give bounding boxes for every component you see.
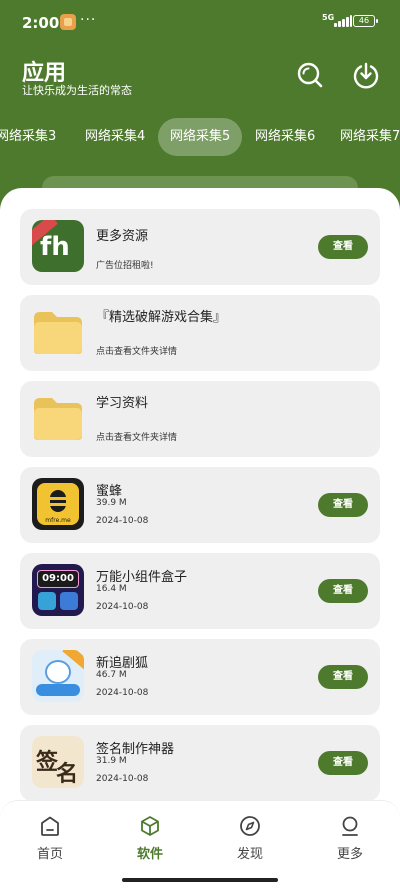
page-subtitle: 让快乐成为生活的常态 bbox=[22, 84, 132, 97]
download-icon[interactable] bbox=[352, 61, 380, 89]
nav-software[interactable]: 软件 bbox=[100, 815, 200, 871]
folder-icon bbox=[34, 398, 82, 440]
tab-collect-5[interactable]: 网络采集5 bbox=[158, 118, 243, 156]
home-icon bbox=[41, 816, 59, 836]
home-indicator[interactable] bbox=[122, 878, 278, 882]
network-type: 5G bbox=[322, 13, 335, 22]
item-size: 39.9 M bbox=[96, 498, 127, 508]
battery-icon: 46 bbox=[353, 15, 378, 27]
tab-collect-4[interactable]: 网络采集4 bbox=[85, 118, 145, 156]
widget-box-icon: 09:00 bbox=[32, 564, 84, 616]
item-date: 2024-10-08 bbox=[96, 602, 149, 612]
list-item[interactable]: mfre.me 蜜蜂 39.9 M 2024-10-08 查看 bbox=[20, 467, 380, 543]
notification-app-icon bbox=[60, 14, 76, 30]
more-notifications-icon: ··· bbox=[80, 12, 97, 28]
tab-collect-6[interactable]: 网络采集6 bbox=[255, 118, 315, 156]
bottom-nav: 首页 软件 发现 更多 bbox=[0, 800, 400, 888]
list-item[interactable]: 学习资料 点击查看文件夹详情 bbox=[20, 381, 380, 457]
item-desc: 点击查看文件夹详情 bbox=[96, 347, 178, 357]
item-name: 蜜蜂 bbox=[96, 484, 123, 499]
tab-collect-3[interactable]: 网络采集3 bbox=[0, 118, 56, 156]
list-item[interactable]: fh 更多资源 广告位招租啦! 查看 bbox=[20, 209, 380, 285]
item-date: 2024-10-08 bbox=[96, 774, 149, 784]
list-item[interactable]: 签 名 签名制作神器 31.9 M 2024-10-08 查看 bbox=[20, 725, 380, 801]
category-tabs: 网络采集3 网络采集4 网络采集5 网络采集6 网络采集7 bbox=[0, 118, 400, 156]
status-bar: 2:00 ··· 5G 46 bbox=[0, 0, 400, 44]
item-desc: 点击查看文件夹详情 bbox=[96, 433, 178, 443]
fh-app-icon: fh bbox=[32, 220, 84, 272]
view-button[interactable]: 查看 bbox=[318, 493, 368, 517]
folder-icon bbox=[34, 312, 82, 354]
list-item[interactable]: 09:00 万能小组件盒子 16.4 M 2024-10-08 查看 bbox=[20, 553, 380, 629]
item-name: 新追剧狐 bbox=[96, 656, 149, 671]
view-button[interactable]: 查看 bbox=[318, 579, 368, 603]
item-desc: 广告位招租啦! bbox=[96, 261, 154, 271]
signature-app-icon: 签 名 bbox=[32, 736, 84, 788]
user-icon bbox=[342, 816, 358, 836]
app-header: 2:00 ··· 5G 46 应用 让快乐成为生活的常态 网络采集3 网络采集4… bbox=[0, 0, 400, 200]
item-name: 学习资料 bbox=[96, 396, 149, 411]
nav-discover-label: 发现 bbox=[236, 847, 263, 862]
item-name: 『精选破解游戏合集』 bbox=[96, 310, 227, 325]
item-size: 16.4 M bbox=[96, 584, 127, 594]
search-icon[interactable] bbox=[296, 61, 324, 89]
nav-software-label: 软件 bbox=[136, 847, 163, 862]
item-date: 2024-10-08 bbox=[96, 516, 149, 526]
view-button[interactable]: 查看 bbox=[318, 235, 368, 259]
app-list: fh 更多资源 广告位招租啦! 查看 『精选破解游戏合集』 点击查看文件夹详情 … bbox=[0, 188, 400, 888]
item-date: 2024-10-08 bbox=[96, 688, 149, 698]
compass-icon bbox=[240, 816, 260, 836]
fox-app-icon bbox=[32, 650, 84, 702]
list-item[interactable]: 『精选破解游戏合集』 点击查看文件夹详情 bbox=[20, 295, 380, 371]
status-time: 2:00 bbox=[22, 14, 60, 32]
item-name: 签名制作神器 bbox=[96, 742, 175, 757]
nav-discover[interactable]: 发现 bbox=[200, 815, 300, 871]
item-size: 46.7 M bbox=[96, 670, 127, 680]
list-item[interactable]: 新追剧狐 46.7 M 2024-10-08 查看 bbox=[20, 639, 380, 715]
nav-more-label: 更多 bbox=[336, 847, 363, 862]
tab-collect-7[interactable]: 网络采集7 bbox=[340, 118, 400, 156]
nav-home[interactable]: 首页 bbox=[0, 815, 100, 871]
item-size: 31.9 M bbox=[96, 756, 127, 766]
item-name: 更多资源 bbox=[96, 229, 149, 244]
nav-more[interactable]: 更多 bbox=[300, 815, 400, 871]
signal-icon bbox=[334, 15, 352, 27]
bee-app-icon: mfre.me bbox=[32, 478, 84, 530]
nav-home-label: 首页 bbox=[36, 847, 63, 862]
view-button[interactable]: 查看 bbox=[318, 751, 368, 775]
item-name: 万能小组件盒子 bbox=[96, 570, 188, 585]
cube-icon bbox=[141, 816, 159, 836]
view-button[interactable]: 查看 bbox=[318, 665, 368, 689]
